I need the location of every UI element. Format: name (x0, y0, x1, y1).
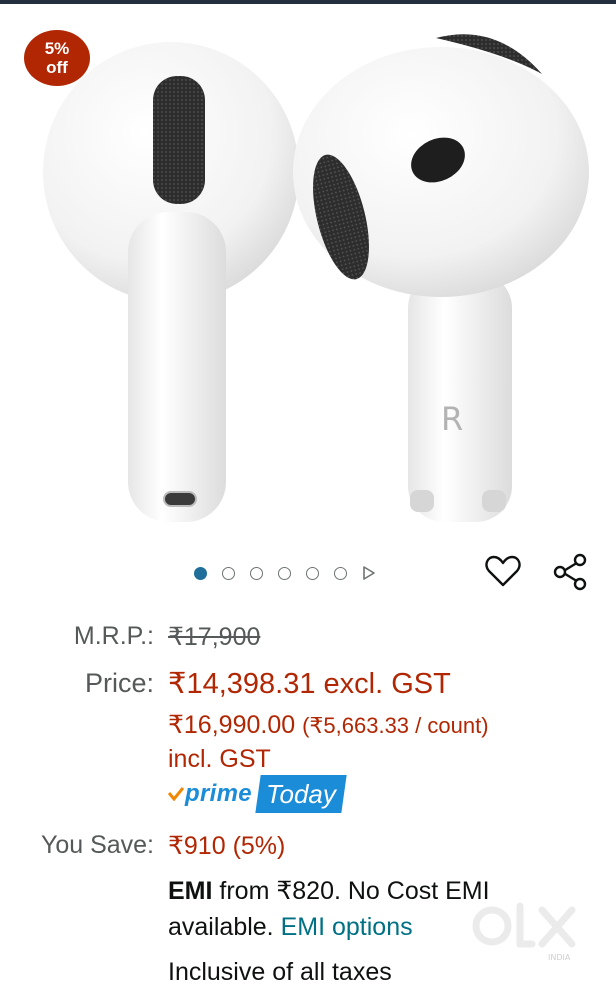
carousel-dot[interactable] (194, 566, 207, 580)
image-carousel-dots (194, 564, 376, 582)
price-label: Price: (84, 668, 154, 698)
discount-badge-off: off (46, 58, 68, 77)
inclusive-taxes-note: Inclusive of all taxes (168, 958, 392, 986)
prime-check-icon (168, 787, 184, 801)
discount-badge: 5% off (24, 30, 90, 86)
earbuds-product-image[interactable]: R (36, 22, 596, 532)
watermark-text: INDIA (548, 953, 571, 962)
price-per-count: (₹5,663.33 / count) (302, 713, 489, 738)
top-bar (0, 0, 616, 4)
you-save-value: ₹910 (5%) (168, 832, 286, 860)
emi-options-link[interactable]: EMI options (281, 913, 413, 941)
emi-line-2: available. EMI options (168, 913, 413, 942)
svg-text:R: R (441, 400, 463, 438)
carousel-dot[interactable] (278, 566, 291, 580)
price-incl-gst: ₹16,990.00 (₹5,663.33 / count) (168, 710, 489, 740)
incl-gst-label: incl. GST (168, 745, 271, 773)
share-icon[interactable] (550, 552, 590, 592)
emi-bold: EMI (168, 877, 213, 905)
price-incl-main: ₹16,990.00 (168, 711, 296, 739)
prime-today-box: Today (255, 775, 347, 813)
emi-line: EMI from ₹820. No Cost EMI (168, 876, 490, 906)
emi-available: available. (168, 913, 274, 941)
carousel-dot[interactable] (222, 566, 235, 580)
carousel-dot[interactable] (306, 566, 319, 580)
price-value: ₹14,398.31 excl. GST (168, 668, 451, 700)
prime-label: prime (185, 780, 252, 807)
carousel-dot[interactable] (334, 566, 347, 580)
carousel-dot[interactable] (250, 566, 263, 580)
mrp-label: M.R.P.: (73, 622, 154, 650)
prime-today-badge: prime Today (168, 774, 347, 814)
emi-text: from ₹820. No Cost EMI (219, 877, 490, 905)
play-icon[interactable] (362, 565, 376, 581)
mrp-value: ₹17,900 (168, 623, 261, 651)
heart-icon[interactable] (484, 552, 522, 590)
prime-today-label: Today (265, 779, 336, 809)
you-save-label: You Save: (40, 831, 154, 859)
discount-badge-percent: 5% (44, 39, 70, 58)
olx-watermark: INDIA (472, 902, 576, 962)
